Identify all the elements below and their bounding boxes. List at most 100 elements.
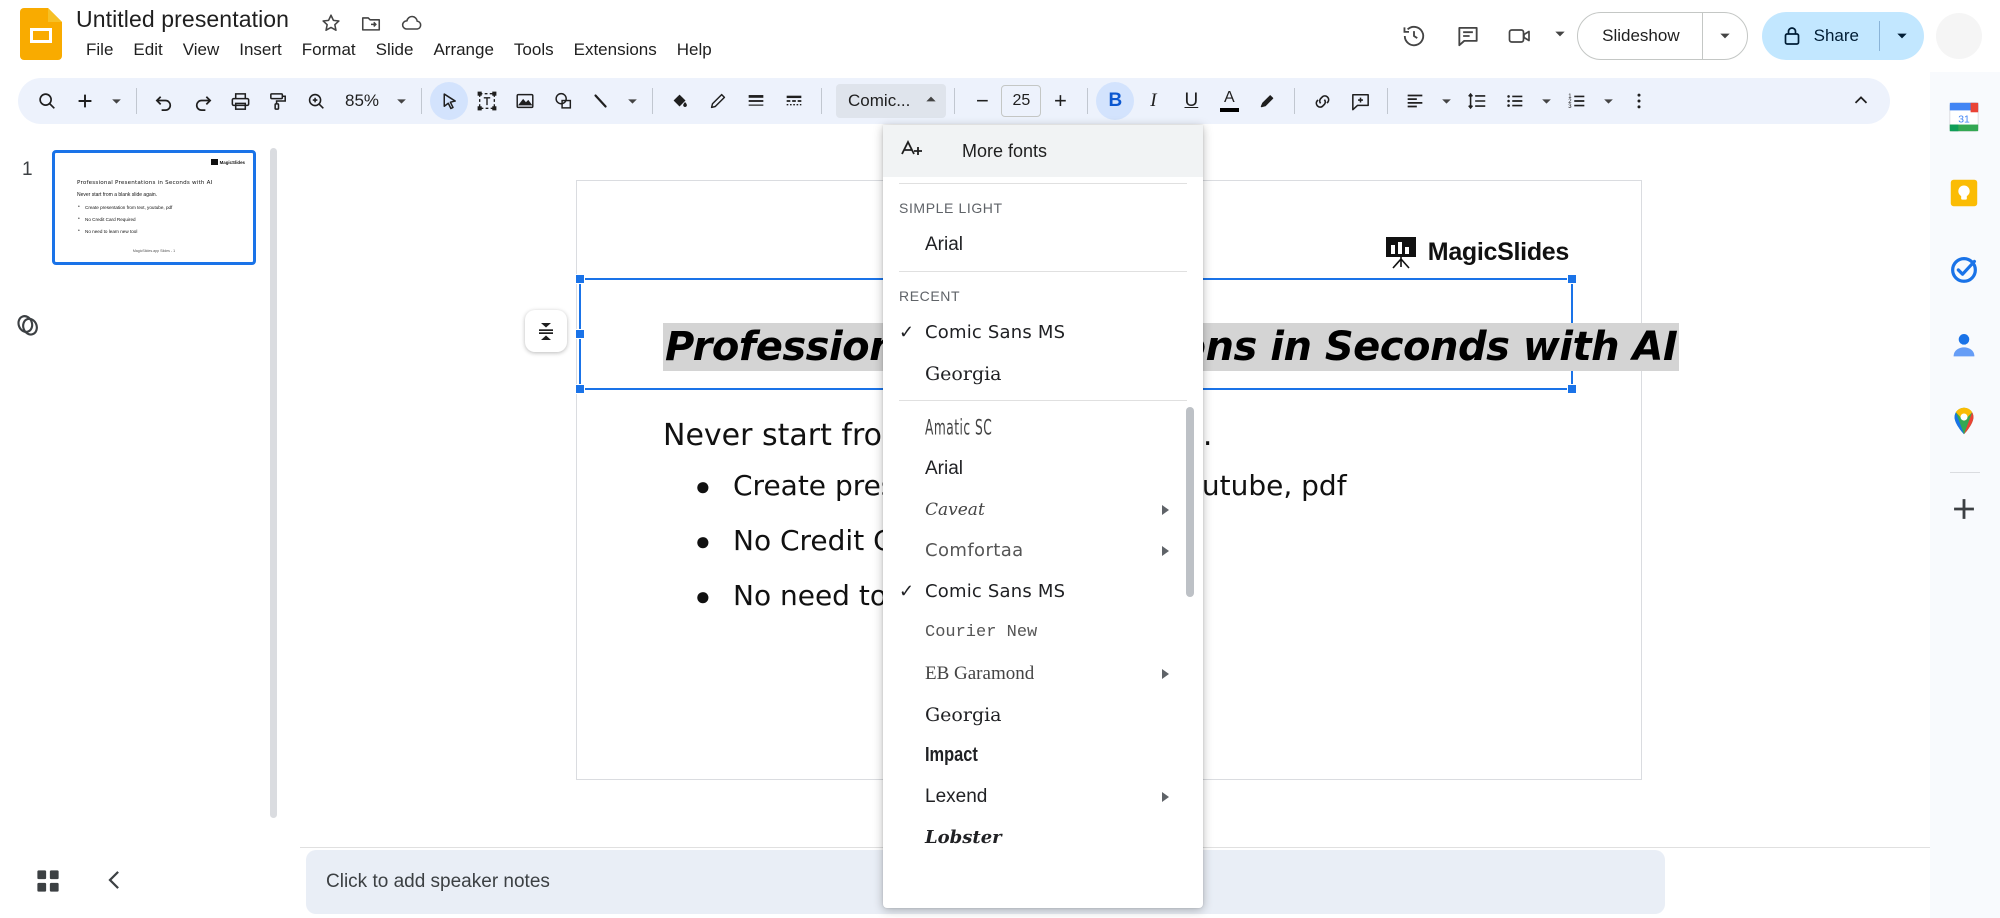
text-box-icon[interactable]	[468, 82, 506, 120]
resize-handle-tr[interactable]	[1567, 274, 1577, 284]
font-option-arial[interactable]: Arial	[883, 448, 1203, 489]
menu-slide[interactable]: Slide	[366, 38, 424, 62]
google-calendar-icon[interactable]: 31	[1947, 100, 1983, 136]
shape-icon[interactable]	[544, 82, 582, 120]
search-icon[interactable]	[28, 82, 66, 120]
font-option-georgia-recent[interactable]: Georgia	[883, 353, 1203, 394]
google-meet-icon[interactable]	[1499, 13, 1545, 59]
menu-arrange[interactable]: Arrange	[423, 38, 503, 62]
border-dash-icon[interactable]	[775, 82, 813, 120]
font-option-caveat[interactable]: Caveat	[883, 489, 1203, 530]
font-size-input[interactable]: 25	[1001, 85, 1042, 117]
insert-image-icon[interactable]	[506, 82, 544, 120]
font-option-arial-theme[interactable]: Arial	[883, 224, 1203, 265]
avatar[interactable]	[1936, 13, 1982, 59]
font-option-comic-sans-ms[interactable]: ✓ Comic Sans MS	[883, 571, 1203, 612]
font-option-lobster[interactable]: Lobster	[883, 817, 1203, 858]
comment-icon[interactable]	[1445, 13, 1491, 59]
more-vertical-icon[interactable]	[1620, 82, 1658, 120]
slide-thumbnail-1[interactable]: MagicSlides Professional Presentations i…	[52, 150, 256, 265]
cursor-select-icon[interactable]	[430, 82, 469, 120]
google-maps-icon[interactable]	[1947, 404, 1983, 440]
layers-icon[interactable]	[12, 310, 44, 342]
menu-help[interactable]: Help	[667, 38, 722, 62]
cloud-saved-icon[interactable]	[400, 12, 422, 34]
border-weight-icon[interactable]	[737, 82, 775, 120]
menu-tools[interactable]: Tools	[504, 38, 564, 62]
slideshow-dropdown-caret[interactable]	[1703, 29, 1747, 43]
font-option-comfortaa[interactable]: Comfortaa	[883, 530, 1203, 571]
resize-handle-br[interactable]	[1567, 384, 1577, 394]
font-name-selector[interactable]: Comic...	[836, 84, 947, 118]
bold-button[interactable]: B	[1096, 82, 1135, 120]
line-dropdown-caret[interactable]	[620, 82, 644, 120]
text-color-button[interactable]: A	[1210, 82, 1248, 120]
filmstrip-scrollbar[interactable]	[270, 148, 277, 818]
decrease-font-size-button[interactable]: −	[963, 82, 1001, 120]
highlight-icon[interactable]	[1248, 82, 1286, 120]
add-comment-icon[interactable]	[1341, 82, 1379, 120]
menu-extensions[interactable]: Extensions	[564, 38, 667, 62]
paint-format-icon[interactable]	[259, 82, 297, 120]
border-color-icon[interactable]	[699, 82, 737, 120]
redo-icon[interactable]	[183, 82, 221, 120]
zoom-level[interactable]: 85%	[335, 91, 389, 111]
numbered-list-dropdown-caret[interactable]	[1596, 82, 1620, 120]
italic-button[interactable]: I	[1134, 82, 1172, 120]
menu-format[interactable]: Format	[292, 38, 366, 62]
font-option-comic-sans-recent[interactable]: ✓ Comic Sans MS	[883, 312, 1203, 353]
font-option-lexend[interactable]: Lexend	[883, 776, 1203, 817]
meet-dropdown-caret[interactable]	[1553, 27, 1567, 46]
line-spacing-icon[interactable]	[1458, 82, 1496, 120]
resize-handle-ml[interactable]	[575, 329, 585, 339]
page-title[interactable]: Untitled presentation	[76, 6, 289, 33]
font-option-impact[interactable]: Impact	[883, 735, 1203, 776]
share-button[interactable]: Share	[1761, 12, 1924, 60]
menu-file[interactable]: File	[76, 38, 123, 62]
chevron-up-icon[interactable]	[1842, 82, 1880, 120]
font-option-courier-new[interactable]: Courier New	[883, 612, 1203, 653]
line-icon[interactable]	[582, 82, 620, 120]
undo-icon[interactable]	[145, 82, 183, 120]
link-icon[interactable]	[1303, 82, 1341, 120]
font-family-dropdown-menu[interactable]: More fonts SIMPLE LIGHT Arial RECENT ✓ C…	[883, 125, 1203, 908]
font-option-georgia[interactable]: Georgia	[883, 694, 1203, 735]
resize-handle-tl[interactable]	[575, 274, 585, 284]
version-history-icon[interactable]	[1391, 13, 1437, 59]
google-contacts-icon[interactable]	[1947, 328, 1983, 364]
new-slide-dropdown-caret[interactable]	[104, 82, 128, 120]
align-left-icon[interactable]	[1396, 82, 1434, 120]
menu-view[interactable]: View	[173, 38, 230, 62]
increase-font-size-button[interactable]: +	[1041, 82, 1079, 120]
more-fonts-item[interactable]: More fonts	[883, 125, 1203, 177]
menu-insert[interactable]: Insert	[229, 38, 292, 62]
star-icon[interactable]	[320, 12, 342, 34]
speaker-notes-placeholder: Click to add speaker notes	[326, 871, 550, 892]
zoom-dropdown-caret[interactable]	[389, 82, 413, 120]
print-icon[interactable]	[221, 82, 259, 120]
resize-handle-bl[interactable]	[575, 384, 585, 394]
vertical-align-icon[interactable]	[525, 310, 567, 352]
google-slides-logo[interactable]	[20, 8, 62, 60]
top-bar: Untitled presentation File Edit View Ins…	[0, 0, 2000, 72]
google-keep-icon[interactable]	[1947, 176, 1983, 212]
grid-view-icon[interactable]	[33, 866, 63, 896]
bulleted-list-dropdown-caret[interactable]	[1534, 82, 1558, 120]
zoom-icon[interactable]	[297, 82, 335, 120]
numbered-list-icon[interactable]: 1 2 3	[1558, 82, 1596, 120]
new-slide-plus-icon[interactable]	[66, 82, 104, 120]
add-ons-plus-icon[interactable]	[1947, 492, 1983, 528]
google-tasks-icon[interactable]	[1947, 252, 1983, 288]
share-dropdown-caret[interactable]	[1880, 29, 1924, 43]
slideshow-button[interactable]: Slideshow	[1577, 12, 1748, 60]
bulleted-list-icon[interactable]	[1496, 82, 1534, 120]
font-option-eb-garamond[interactable]: EB Garamond	[883, 653, 1203, 694]
move-to-folder-icon[interactable]	[360, 12, 382, 34]
underline-button[interactable]: U	[1172, 82, 1210, 120]
font-list-scroll-area: Amatic SC Arial Caveat Comfortaa ✓ Comic…	[883, 407, 1203, 858]
align-dropdown-caret[interactable]	[1434, 82, 1458, 120]
font-option-amatic-sc[interactable]: Amatic SC	[883, 407, 1203, 448]
chevron-left-icon[interactable]	[100, 865, 130, 895]
menu-edit[interactable]: Edit	[123, 38, 172, 62]
fill-color-icon[interactable]	[661, 82, 699, 120]
